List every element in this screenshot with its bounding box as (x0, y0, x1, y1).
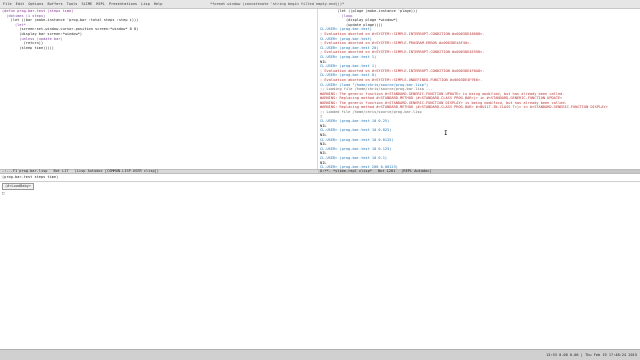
menu-bar: File Edit Options Buffers Tools SLIME REPL Pres… (0, 0, 640, 9)
menu-repl[interactable]: REPL (96, 2, 105, 7)
text-cursor[interactable]: □ (2, 191, 640, 196)
menu-buffers[interactable]: Buffers (47, 2, 62, 7)
modeline-left-status: -:---F1 prog-bar.lisp (2, 169, 48, 174)
code-line: (sleep time))))) (2, 45, 54, 50)
modeline-right-position: Bot L201 (377, 169, 396, 174)
menu-edit[interactable]: Edit (16, 2, 25, 7)
menu-lisp[interactable]: Lisp (141, 2, 150, 7)
menu-presentations[interactable]: Presentations (109, 2, 137, 7)
taskbar: 13:53 0.08 0.06 | Thu Feb 19 17:48:24 20… (0, 349, 640, 360)
menu-help[interactable]: Help (154, 2, 163, 7)
echo-area: (prog-bar-test steps time) (2, 175, 59, 179)
lisp-source-editor[interactable]: (defun prog-bar-test (steps time) (dotim… (2, 9, 314, 169)
buffer-header: (#<LoadBaby> (2, 183, 34, 190)
slime-repl-window[interactable]: (let ((plage (make-instance 'plage))) (l… (320, 9, 638, 169)
menu-options[interactable]: Options (28, 2, 43, 7)
modeline-left-position: Bot L17 (53, 169, 69, 174)
modeline-right-status: U:**- *slime-repl clisp* (320, 169, 372, 174)
system-clock: 13:53 0.08 0.06 | Thu Feb 19 17:48:24 20… (546, 352, 637, 357)
modeline-left-modes: (Lisp Autodoc [COMMON-LISP-USER clisp]) (74, 169, 159, 174)
modeline-right[interactable]: U:**- *slime-repl clisp* Bot L201 (REPL … (318, 169, 640, 174)
mouse-cursor-icon: I (444, 130, 448, 137)
window-divider[interactable] (317, 9, 318, 169)
modeline-right-modes: (REPL Autodoc) (401, 169, 432, 174)
menu-file[interactable]: File (3, 2, 12, 7)
window-title: *format window (concatenate 'string begi… (210, 1, 345, 6)
lower-buffer[interactable]: (#<LoadBaby> □ (0, 181, 640, 350)
menu-slime[interactable]: SLIME (81, 2, 92, 7)
modeline-left[interactable]: -:---F1 prog-bar.lisp Bot L17 (Lisp Auto… (0, 169, 318, 174)
menu-tools[interactable]: Tools (67, 2, 78, 7)
